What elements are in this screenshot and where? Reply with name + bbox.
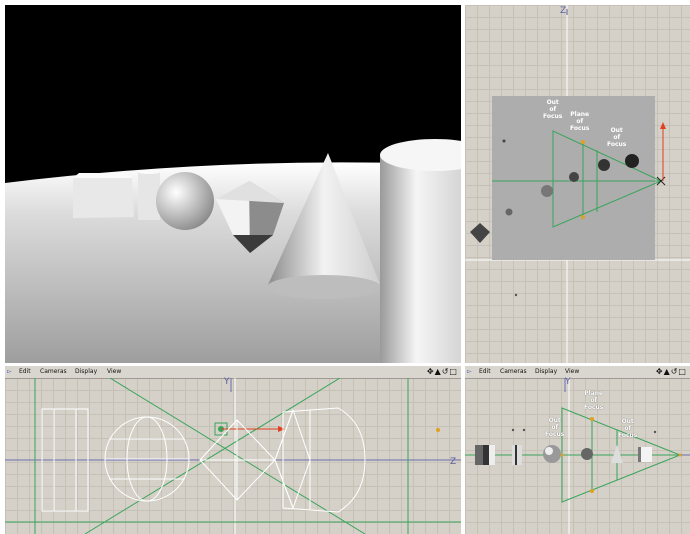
side-view-overlay (465, 378, 690, 534)
top-annot-out-focus-right: Out of Focus (607, 127, 627, 148)
side-viewport[interactable]: ▻ Edit Cameras Display View ✥▲↺□ Y Out o… (465, 366, 690, 534)
perspective-render (5, 5, 461, 363)
perspective-viewport[interactable] (5, 5, 461, 363)
large-cylinder-object (380, 139, 461, 363)
side-menu-display[interactable]: Display (535, 368, 557, 375)
side-sphere (543, 445, 561, 463)
front-menu-edit[interactable]: Edit (19, 368, 31, 375)
top-axis-z-label: Z (560, 6, 567, 16)
side-menu-cameras[interactable]: Cameras (500, 368, 527, 375)
side-annot-out-focus-left: Out of Focus (545, 417, 565, 438)
sphere-top-5 (505, 208, 513, 216)
box-object (73, 173, 134, 218)
top-view-overlay (465, 5, 690, 363)
front-axis-z-label: Z (450, 457, 457, 467)
top-annot-plane-focus: Plane of Focus (570, 111, 590, 132)
front-menu-cameras[interactable]: Cameras (40, 368, 67, 375)
sphere-top-1 (541, 185, 553, 197)
top-viewport[interactable]: Z Out of Focus Plane of Focus Out of Foc… (465, 5, 690, 363)
side-menu-view[interactable]: View (565, 368, 579, 375)
box-top (470, 223, 490, 243)
side-menu-edit[interactable]: Edit (479, 368, 491, 375)
side-axis-y-label: Y (565, 377, 571, 387)
front-axis-y-label: Y (224, 377, 230, 387)
sphere-object (156, 172, 214, 230)
front-view-tools-icon[interactable]: ✥▲↺□ (427, 367, 458, 376)
front-viewport[interactable]: ▻ Edit Cameras Display View ✥▲↺□ Y Z (5, 366, 461, 534)
front-view-overlay (5, 378, 461, 534)
side-annot-out-focus-right: Out of Focus (618, 418, 638, 439)
sphere-top-2 (569, 172, 579, 182)
side-cone (611, 445, 623, 463)
sphere-top-3 (598, 159, 610, 171)
side-annot-plane-focus: Plane of Focus (584, 390, 604, 411)
side-octahedron (581, 448, 593, 460)
front-menu-display[interactable]: Display (75, 368, 97, 375)
side-view-tools-icon[interactable]: ✥▲↺□ (656, 367, 687, 376)
front-menu-view[interactable]: View (107, 368, 121, 375)
sphere-top-4 (625, 154, 639, 168)
top-annot-out-focus-left: Out of Focus (543, 99, 563, 120)
side-view-icon[interactable]: ▻ (467, 368, 472, 375)
front-view-icon[interactable]: ▻ (7, 368, 12, 375)
